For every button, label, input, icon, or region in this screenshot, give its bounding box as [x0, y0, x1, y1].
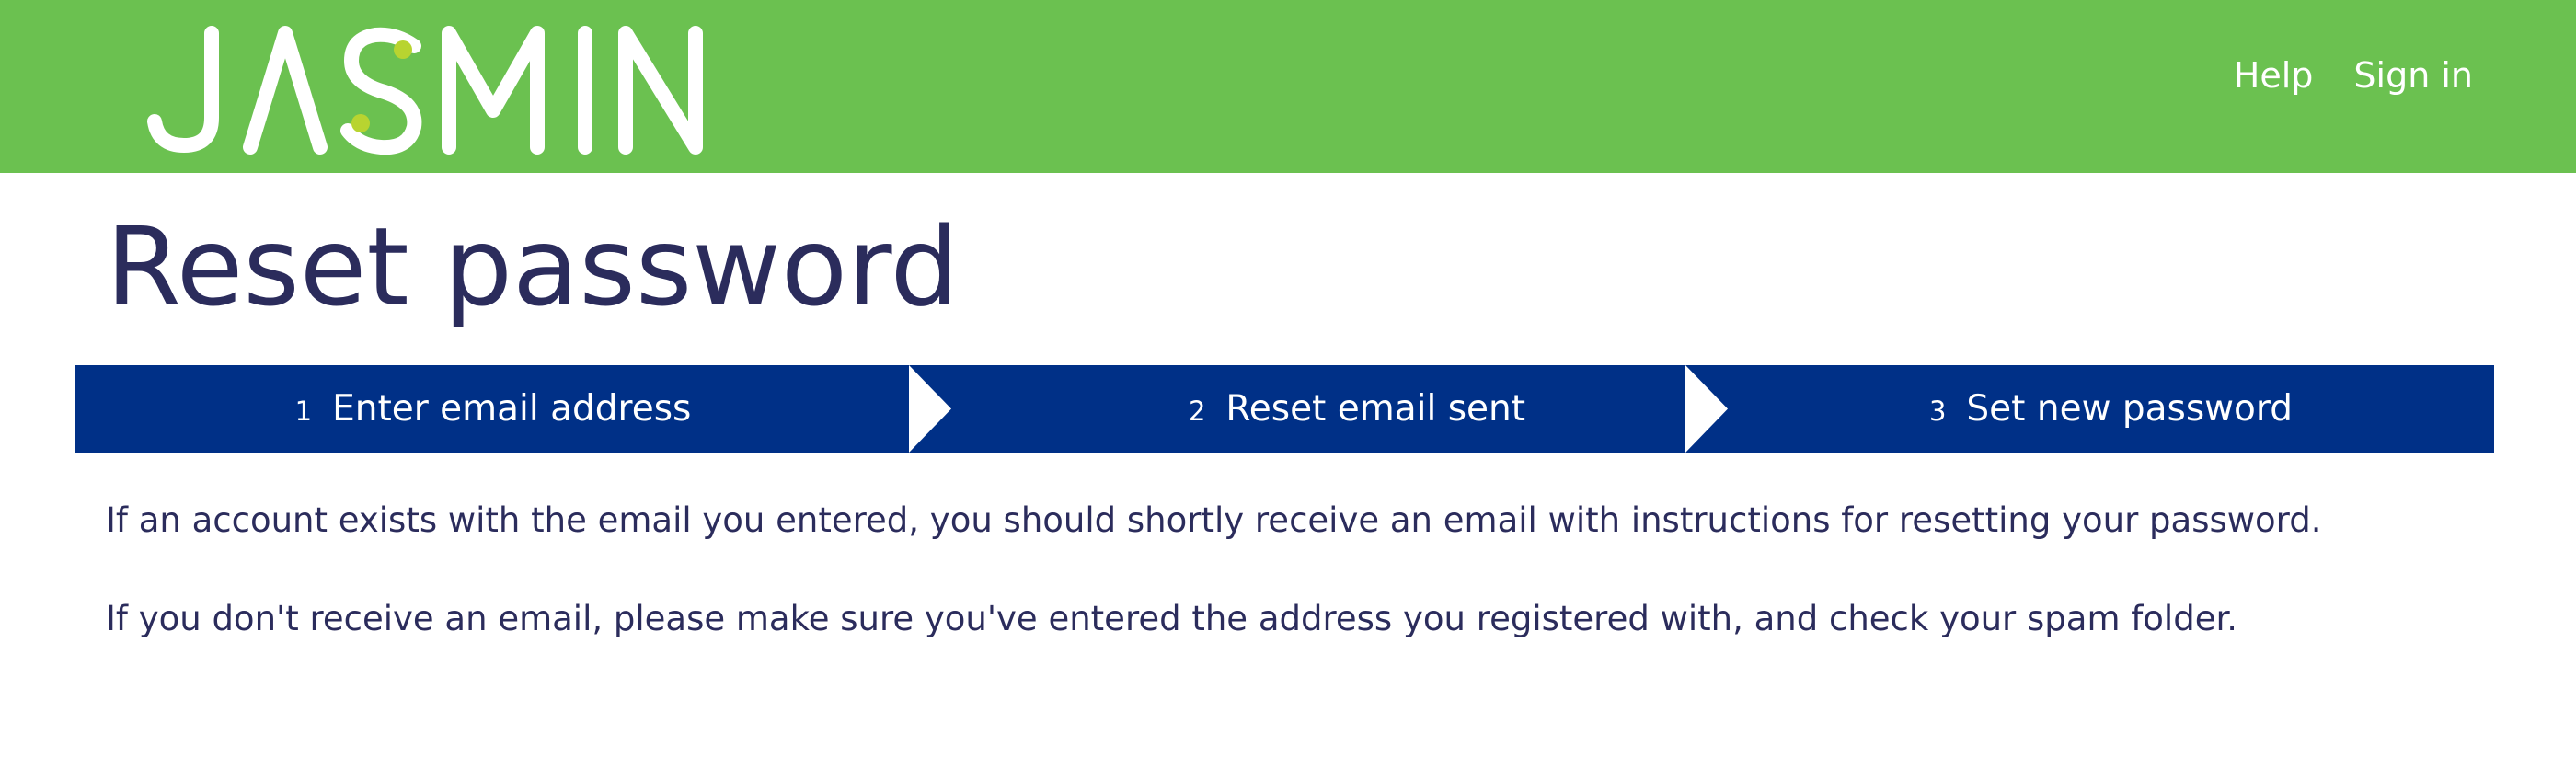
step-label: Reset email sent: [1225, 388, 1526, 430]
step-enter-email: 1 Enter email address: [75, 365, 911, 453]
help-link[interactable]: Help: [2234, 55, 2314, 96]
step-arrow-icon: [909, 365, 951, 453]
step-label: Enter email address: [332, 388, 692, 430]
step-number: 1: [294, 395, 313, 427]
reset-message: If an account exists with the email you …: [106, 492, 2479, 648]
message-account-exists: If an account exists with the email you …: [106, 500, 2322, 540]
sign-in-link[interactable]: Sign in: [2353, 55, 2473, 96]
top-nav: Help Sign in: [2234, 55, 2473, 96]
step-label: Set new password: [1966, 388, 2294, 430]
progress-steps: 1 Enter email address 2 Reset email sent…: [75, 365, 2494, 453]
site-header: Help Sign in: [0, 0, 2576, 173]
step-reset-email-sent: 2 Reset email sent: [951, 365, 1763, 453]
page-title: Reset password: [106, 203, 960, 330]
step-number: 2: [1188, 395, 1206, 427]
step-number: 3: [1928, 395, 1947, 427]
jasmin-logo-mark: [147, 26, 703, 155]
step-set-new-password: 3 Set new password: [1728, 365, 2494, 453]
jasmin-logo[interactable]: [147, 18, 708, 156]
step-arrow-icon: [1685, 365, 1728, 453]
message-no-email: If you don't receive an email, please ma…: [106, 599, 2238, 638]
